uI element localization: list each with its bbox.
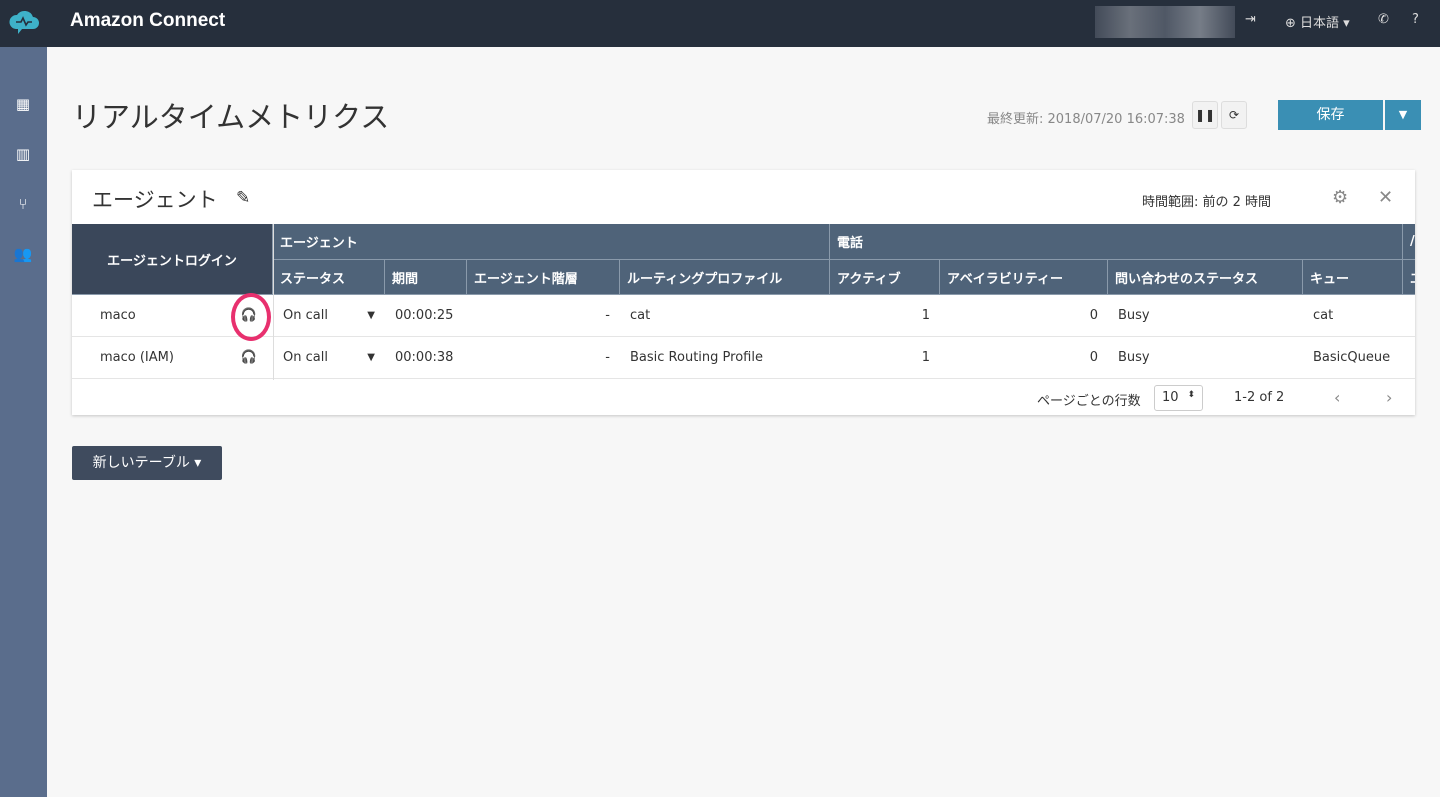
table-cell-hierarchy: - [467, 295, 620, 337]
page-title: リアルタイムメトリクス [72, 100, 390, 134]
dashboard-icon[interactable]: ▦ [12, 95, 34, 115]
agent-login: maco (IAM) [100, 350, 174, 365]
column-header[interactable]: ステータス [273, 260, 385, 295]
phone-icon[interactable]: ✆ [1378, 12, 1389, 27]
table-cell-clipped [1403, 295, 1415, 337]
rows-per-page-label: ページごとの行数 [1037, 394, 1141, 409]
last-updated: 最終更新: 2018/07/20 16:07:38 [987, 112, 1185, 127]
refresh-button[interactable]: ⟳ [1221, 101, 1247, 129]
table-cell-clipped [1403, 337, 1415, 379]
edit-title-icon[interactable]: ✎ [236, 188, 250, 208]
table-cell-duration: 00:00:25 [385, 295, 467, 337]
new-table-button[interactable]: 新しいテーブル ▾ [72, 446, 222, 480]
time-range: 時間範囲: 前の 2 時間 [1142, 195, 1272, 210]
cell-value: 00:00:25 [395, 308, 454, 323]
table-cell-hierarchy: - [467, 337, 620, 379]
table-cell-contact_status: Busy [1108, 337, 1303, 379]
amazon-connect-logo-icon [9, 10, 40, 34]
table-cell-availability: 0 [940, 337, 1108, 379]
routing-icon[interactable]: ⑂ [12, 195, 34, 215]
cell-value: 0 [1089, 308, 1098, 323]
sidebar: ▦ ▥ ⑂ 👥 [0, 47, 47, 797]
table-row-login: maco (IAM) 🎧 [72, 337, 273, 379]
column-header[interactable]: ルーティングプロファイル [620, 260, 830, 295]
group-header-more: / [1403, 224, 1415, 260]
cell-value: cat [1313, 308, 1334, 323]
table-cell-profile: cat [620, 295, 830, 337]
cell-value: Basic Routing Profile [630, 350, 763, 365]
cell-value: 00:00:38 [395, 350, 454, 365]
highlight-annotation-circle [231, 293, 271, 341]
chevron-down-icon[interactable]: ▼ [367, 310, 375, 321]
language-label: 日本語 ▾ [1300, 16, 1350, 31]
column-divider [273, 224, 274, 380]
globe-icon: ⊕ [1285, 16, 1296, 31]
previous-page-button[interactable]: ‹ [1334, 388, 1340, 407]
language-selector[interactable]: ⊕ 日本語 ▾ [1285, 12, 1350, 31]
close-icon[interactable]: ✕ [1378, 187, 1393, 208]
help-icon[interactable]: ? [1412, 12, 1419, 27]
table-cell-profile: Basic Routing Profile [620, 337, 830, 379]
brand-name: Amazon Connect [70, 10, 226, 31]
cell-value: 1 [921, 350, 930, 365]
column-header-agent-login[interactable]: エージェントログイン [72, 224, 273, 295]
cell-value: cat [630, 308, 651, 323]
headset-icon[interactable]: 🎧 [241, 350, 257, 365]
table-cell-active: 1 [830, 337, 940, 379]
group-header-phone: 電話 [830, 224, 1403, 260]
cell-value: Busy [1118, 350, 1150, 365]
cell-value: On call [283, 350, 328, 365]
table-cell-status[interactable]: On call ▼ [273, 337, 385, 379]
table-cell-active: 1 [830, 295, 940, 337]
column-header[interactable]: アクティブ [830, 260, 940, 295]
cell-value: BasicQueue [1313, 350, 1391, 365]
top-bar: Amazon Connect ⇥ ⊕ 日本語 ▾ ✆ ? [0, 0, 1440, 47]
chevron-down-icon[interactable]: ▼ [367, 352, 375, 363]
cell-value: 0 [1089, 350, 1098, 365]
table-cell-availability: 0 [940, 295, 1108, 337]
table-cell-status[interactable]: On call ▼ [273, 295, 385, 337]
pause-button[interactable]: ❚❚ [1192, 101, 1218, 129]
table-cell-contact_status: Busy [1108, 295, 1303, 337]
group-header-agent: エージェント [273, 224, 830, 260]
pagination-range: 1-2 of 2 [1234, 390, 1285, 405]
rows-per-page-select[interactable]: 10 ⬍ [1154, 385, 1203, 411]
stepper-icon: ⬍ [1187, 390, 1195, 400]
next-page-button[interactable]: › [1386, 388, 1392, 407]
logout-icon[interactable]: ⇥ [1245, 12, 1256, 27]
table-cell-queue: BasicQueue [1303, 337, 1403, 379]
cell-value: - [605, 350, 610, 365]
cell-value: On call [283, 308, 328, 323]
agent-login: maco [100, 308, 136, 323]
save-button[interactable]: 保存 [1278, 100, 1383, 130]
column-header[interactable]: 問い合わせのステータス [1108, 260, 1303, 295]
table-title: エージェント [92, 188, 218, 212]
column-header[interactable]: エージェント階層 [467, 260, 620, 295]
users-icon[interactable]: 👥 [12, 245, 34, 265]
cell-value: - [605, 308, 610, 323]
user-name-redacted [1095, 6, 1235, 38]
rows-per-page-value: 10 [1162, 390, 1179, 405]
save-options-dropdown[interactable]: ▼ [1385, 100, 1421, 130]
column-header[interactable]: エ [1403, 260, 1415, 295]
cell-value: 1 [921, 308, 930, 323]
column-header[interactable]: アベイラビリティー [940, 260, 1108, 295]
table-cell-duration: 00:00:38 [385, 337, 467, 379]
table-cell-queue: cat [1303, 295, 1403, 337]
metrics-chart-icon[interactable]: ▥ [12, 145, 34, 165]
column-header[interactable]: キュー [1303, 260, 1403, 295]
cell-value: Busy [1118, 308, 1150, 323]
column-header[interactable]: 期間 [385, 260, 467, 295]
gear-icon[interactable]: ⚙ [1332, 187, 1348, 208]
agent-metrics-table-card: エージェント ✎ 時間範囲: 前の 2 時間 ⚙ ✕ エージェントログイン エー… [72, 170, 1415, 415]
